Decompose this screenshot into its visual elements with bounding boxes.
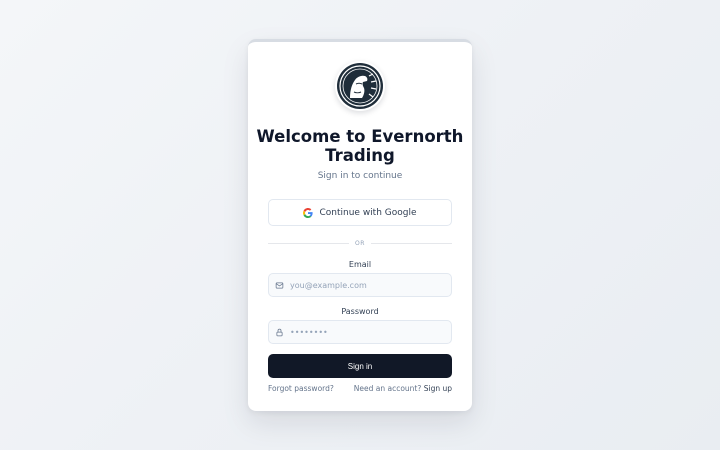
divider-line-right [370,242,452,244]
signup-prompt: Need an account? Sign up [354,384,452,393]
password-field-wrapper[interactable] [268,320,452,344]
password-input[interactable] [290,327,440,337]
google-button-label: Continue with Google [319,207,417,218]
sign-up-link[interactable]: Sign up [424,384,452,393]
email-label: Email [348,260,372,269]
email-input[interactable] [290,280,440,290]
lock-icon [276,328,283,336]
or-divider: OR [268,238,452,248]
page-title: Welcome to Evernorth Trading [256,127,464,165]
auth-footer: Forgot password? Need an account? Sign u… [268,384,452,393]
horse-head-logo-icon [337,63,383,109]
mail-icon [275,282,284,288]
divider-line-left [268,242,350,244]
email-field-wrapper[interactable] [268,273,452,297]
brand-logo [335,61,385,111]
google-signin-button[interactable]: Continue with Google [268,199,452,226]
forgot-password-link[interactable]: Forgot password? [268,384,334,393]
divider-text: OR [355,239,365,247]
page-subtitle: Sign in to continue [317,171,403,181]
google-icon [303,207,314,218]
account-prompt-text: Need an account? [353,384,422,393]
password-label: Password [341,307,379,316]
login-card: Welcome to Evernorth Trading Sign in to … [248,39,472,411]
sign-in-button[interactable]: Sign in [268,354,452,378]
